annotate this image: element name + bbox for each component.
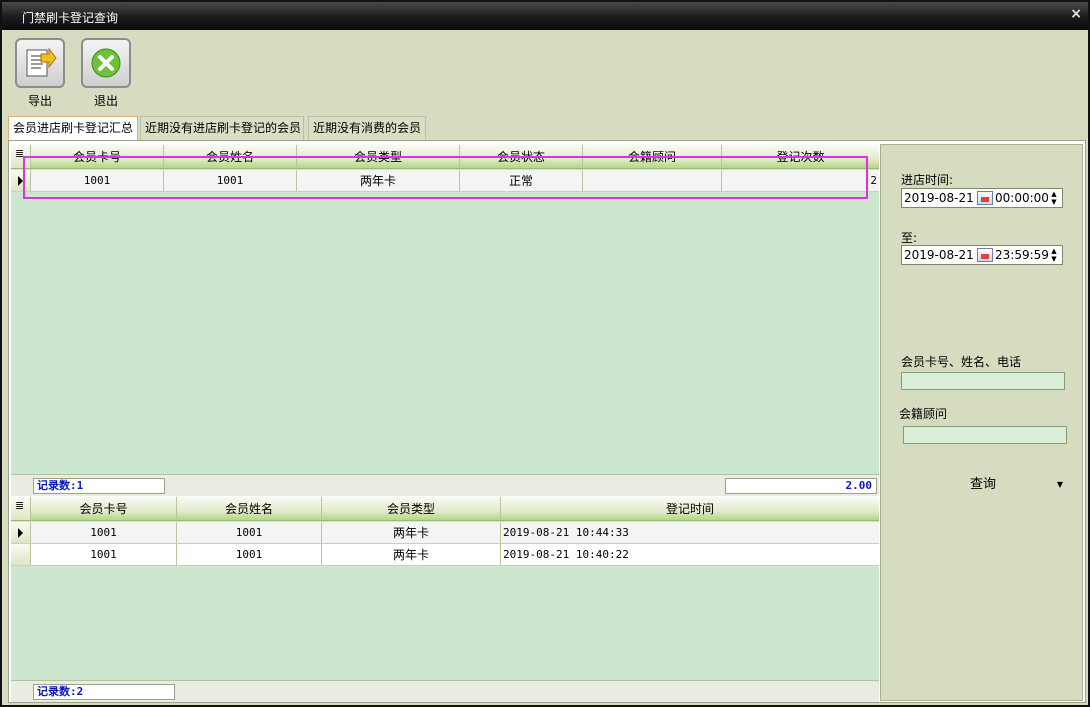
detail-grid-footer: 记录数:2 [11, 680, 879, 702]
export-label: 导出 [27, 94, 52, 108]
col-advisor[interactable]: 会籍顾问 [583, 145, 722, 168]
summary-grid-header: ≣ 会员卡号 会员姓名 会员类型 会员状态 会籍顾问 登记次数 [11, 145, 879, 169]
current-row-icon [18, 176, 23, 186]
cell-advisor[interactable] [583, 170, 722, 191]
table-row[interactable]: 1001 1001 两年卡 2019-08-21 10:40:22 [11, 544, 879, 566]
cell-name[interactable]: 1001 [177, 544, 322, 565]
title-bar: 门禁刷卡登记查询 × [2, 2, 1088, 30]
cell-card-no[interactable]: 1001 [31, 170, 164, 191]
col-type[interactable]: 会员类型 [297, 145, 460, 168]
member-search-input[interactable] [901, 372, 1065, 390]
export-button[interactable]: 导出 [14, 38, 66, 109]
row-indicator [11, 522, 31, 543]
row-indicator [11, 170, 31, 191]
tab-no-recent-consumption[interactable]: 近期没有消费的会员 [308, 116, 426, 140]
cell-checkin-time[interactable]: 2019-08-21 10:40:22 [501, 544, 879, 565]
detail-grid-header: ≣ 会员卡号 会员姓名 会员类型 登记时间 [11, 497, 879, 521]
time-spinner-icon[interactable]: ▲ ▼ [1048, 247, 1060, 263]
close-icon[interactable]: × [1070, 6, 1082, 22]
col-name[interactable]: 会员姓名 [177, 497, 322, 520]
summary-grid: ≣ 会员卡号 会员姓名 会员类型 会员状态 会籍顾问 登记次数 1001 100… [11, 145, 879, 496]
tab-panel: ≣ 会员卡号 会员姓名 会员类型 会员状态 会籍顾问 登记次数 1001 100… [8, 140, 1086, 703]
query-button[interactable]: 查询 ▼ [901, 473, 1065, 497]
cell-name[interactable]: 1001 [177, 522, 322, 543]
cell-type[interactable]: 两年卡 [297, 170, 460, 191]
dropdown-arrow-icon[interactable]: ▼ [1057, 473, 1063, 497]
col-type[interactable]: 会员类型 [322, 497, 501, 520]
grid-menu-icon[interactable]: ≣ [11, 497, 31, 520]
cell-checkin-count[interactable]: 2 [722, 170, 879, 191]
calendar-icon[interactable] [977, 248, 993, 262]
col-status[interactable]: 会员状态 [460, 145, 583, 168]
cell-type[interactable]: 两年卡 [322, 544, 501, 565]
calendar-icon[interactable] [977, 191, 993, 205]
summary-total: 2.00 [725, 478, 877, 494]
col-checkin-count[interactable]: 登记次数 [722, 145, 879, 168]
member-search-label: 会员卡号、姓名、电话 [901, 355, 1022, 369]
end-date-value[interactable]: 2019-08-21 [904, 248, 974, 262]
table-row[interactable]: 1001 1001 两年卡 正常 2 [11, 170, 879, 192]
window-title: 门禁刷卡登记查询 [22, 11, 119, 25]
table-row[interactable]: 1001 1001 两年卡 2019-08-21 10:44:33 [11, 522, 879, 544]
summary-record-count: 记录数:1 [33, 478, 165, 494]
col-card-no[interactable]: 会员卡号 [31, 497, 177, 520]
exit-icon [81, 38, 131, 88]
start-time-value[interactable]: 00:00:00 [995, 191, 1049, 205]
advisor-input[interactable] [903, 426, 1067, 444]
cell-card-no[interactable]: 1001 [31, 544, 177, 565]
advisor-label: 会籍顾问 [899, 407, 948, 421]
cell-card-no[interactable]: 1001 [31, 522, 177, 543]
col-name[interactable]: 会员姓名 [164, 145, 297, 168]
start-date-value[interactable]: 2019-08-21 [904, 191, 974, 205]
summary-grid-footer: 记录数:1 2.00 [11, 474, 879, 496]
detail-record-count: 记录数:2 [33, 684, 175, 700]
tab-member-checkin-summary[interactable]: 会员进店刷卡登记汇总 [8, 116, 138, 140]
end-time-label: 至: [901, 231, 918, 245]
grid-menu-icon[interactable]: ≣ [11, 145, 31, 168]
col-card-no[interactable]: 会员卡号 [31, 145, 164, 168]
start-datetime-picker[interactable]: 2019-08-21 00:00:00 ▲ ▼ [901, 188, 1063, 208]
filter-panel: 进店时间: 2019-08-21 00:00:00 ▲ ▼ 至: 2019-08-… [880, 144, 1083, 701]
col-checkin-time[interactable]: 登记时间 [501, 497, 879, 520]
cell-checkin-time[interactable]: 2019-08-21 10:44:33 [501, 522, 879, 543]
exit-label: 退出 [93, 94, 118, 108]
end-datetime-picker[interactable]: 2019-08-21 23:59:59 ▲ ▼ [901, 245, 1063, 265]
cell-name[interactable]: 1001 [164, 170, 297, 191]
query-label: 查询 [969, 477, 996, 492]
end-time-value[interactable]: 23:59:59 [995, 248, 1049, 262]
cell-status[interactable]: 正常 [460, 170, 583, 191]
time-spinner-icon[interactable]: ▲ ▼ [1048, 190, 1060, 206]
main-window: 门禁刷卡登记查询 × 导出 退出 会员进店刷卡登记汇总 近期没有进店刷卡登记的会… [0, 0, 1090, 707]
cell-type[interactable]: 两年卡 [322, 522, 501, 543]
current-row-icon [18, 528, 23, 538]
exit-button[interactable]: 退出 [80, 38, 132, 109]
tab-no-recent-checkin[interactable]: 近期没有进店刷卡登记的会员 [140, 116, 304, 140]
row-indicator [11, 544, 31, 565]
export-icon [15, 38, 65, 88]
detail-grid: ≣ 会员卡号 会员姓名 会员类型 登记时间 1001 1001 两年卡 2019… [11, 497, 879, 702]
start-time-label: 进店时间: [901, 173, 954, 187]
